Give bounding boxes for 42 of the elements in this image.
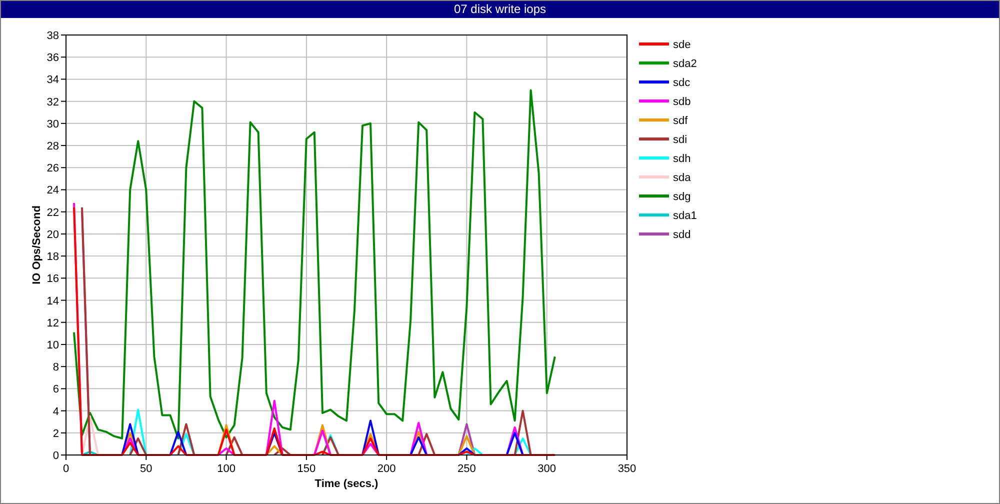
axis-tick-label: 250: [458, 463, 476, 475]
axis-tick-label: 200: [377, 463, 396, 475]
axis-tick-label: 36: [46, 52, 59, 64]
axis-tick-label: 38: [46, 30, 59, 42]
axis-tick-label: 26: [46, 162, 59, 175]
axis-tick-label: 300: [538, 463, 556, 475]
axis-tick-label: 16: [46, 273, 59, 286]
legend-label: sdi: [673, 134, 688, 146]
axis-tick-label: 50: [140, 463, 152, 475]
axis-tick-label: 100: [217, 463, 236, 475]
axis-tick-label: 20: [46, 228, 59, 241]
axis-tick-label: 34: [46, 74, 59, 86]
axis-tick-label: 18: [46, 251, 59, 264]
axis-tick-label: 8: [52, 362, 59, 374]
window-title: 07 disk write iops: [1, 1, 999, 18]
legend-label: sdc: [673, 77, 690, 89]
legend-label: sda1: [673, 210, 697, 222]
axis-tick-label: 0: [52, 450, 59, 462]
legend-label: sdh: [673, 153, 691, 165]
axis-tick-label: 0: [62, 463, 70, 475]
legend-label: sde: [673, 39, 691, 51]
axis-tick-label: 10: [46, 339, 59, 352]
legend-label: sda2: [673, 58, 697, 70]
axis-tick-label: 22: [46, 206, 59, 219]
axis-tick-label: 350: [618, 463, 636, 475]
legend-label: sda: [673, 172, 691, 184]
axis-tick-label: 150: [297, 463, 316, 475]
axis-tick-label: 28: [46, 140, 59, 153]
axis-tick-label: 12: [46, 317, 59, 330]
axis-tick-label: 14: [46, 295, 59, 308]
legend-label: sdb: [673, 96, 691, 108]
x-axis-label: Time (secs.): [314, 478, 378, 490]
y-axis-label: IO Ops/Second: [31, 206, 43, 284]
legend-label: sdd: [673, 229, 691, 241]
axis-tick-label: 32: [46, 96, 59, 108]
legend-label: sdg: [673, 191, 691, 203]
legend-label: sdf: [673, 115, 688, 127]
axis-tick-label: 6: [52, 384, 59, 396]
axis-tick-label: 2: [52, 428, 59, 440]
axis-tick-label: 24: [46, 184, 59, 197]
axis-tick-label: 4: [52, 406, 59, 418]
axis-tick-label: 30: [46, 118, 59, 130]
